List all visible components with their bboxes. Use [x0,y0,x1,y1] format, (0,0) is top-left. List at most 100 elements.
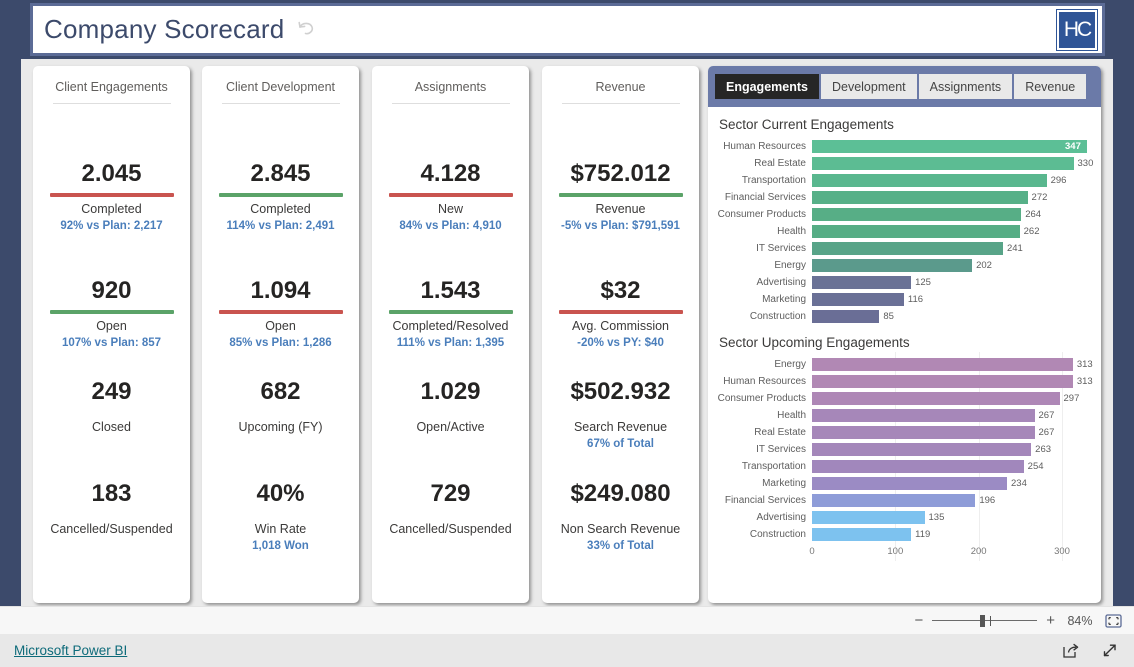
kpi-bar-placeholder [219,411,343,415]
bar-fill[interactable] [812,157,1074,170]
bar-value-label: 196 [979,495,996,506]
power-bi-link[interactable]: Microsoft Power BI [14,643,127,658]
bar-row[interactable]: Transportation 296 [712,172,1087,189]
bar-row[interactable]: Health 262 [712,223,1087,240]
bar-value-label: 125 [915,277,931,288]
bar-row[interactable]: Energy 313 [712,356,1093,373]
bar-fill[interactable] [812,242,1003,255]
bar-row[interactable]: Energy 202 [712,257,1087,274]
kpi-comparison: 92% vs Plan: 2,217 [60,220,163,233]
tab-development[interactable]: Development [820,74,917,99]
kpi-comparison: 33% of Total [587,540,654,553]
report-title-bar: Company Scorecard HC [30,3,1105,56]
kpi-value: 2.845 [250,160,311,187]
bar-row[interactable]: Construction 85 [712,308,1087,325]
zoom-slider[interactable] [932,614,1038,628]
kpi-block: 1.094 Open 85% vs Plan: 1,286 [202,277,359,349]
bar-row[interactable]: Human Resources 347 [712,138,1087,155]
bar-fill[interactable] [812,392,1060,405]
zoom-in-button[interactable]: + [1046,613,1055,628]
bar-row[interactable]: Transportation 254 [712,458,1087,475]
bar-fill[interactable] [812,310,880,323]
bar-row[interactable]: Financial Services 196 [712,492,1087,509]
bar-fill[interactable] [812,443,1032,456]
bar-value-label: 264 [1025,209,1042,220]
bar-fill[interactable] [812,511,925,524]
kpi-comparison: 84% vs Plan: 4,910 [399,220,502,233]
kpi-comparison: 114% vs Plan: 2,491 [226,220,335,233]
bar-track: 254 [812,460,1087,473]
bar-fill[interactable] [812,225,1020,238]
bar-fill[interactable] [812,259,973,272]
bar-fill[interactable] [812,494,976,507]
bar-track: 313 [812,358,1093,371]
bar-fill[interactable] [812,293,904,306]
bar-row[interactable]: Real Estate 267 [712,424,1087,441]
kpi-value: $32 [600,277,641,304]
bar-fill[interactable] [812,140,1087,153]
bar-fill[interactable] [812,208,1022,221]
bar-category-label: Real Estate [754,158,806,169]
axis-tick-label: 0 [809,546,815,557]
bar-row[interactable]: Marketing 116 [712,291,1087,308]
kpi-block: 920 Open 107% vs Plan: 857 [33,277,190,349]
bar-track: 196 [812,494,1087,507]
bar-row[interactable]: Health 267 [712,407,1087,424]
bar-value-label: 119 [915,529,931,540]
zoom-slider-handle[interactable] [980,614,986,627]
bar-fill[interactable] [812,375,1073,388]
bar-category-label: Financial Services [724,495,806,506]
bar-category-label: Human Resources [723,141,806,152]
bar-track: 125 [812,276,1087,289]
kpi-label: Avg. Commission [571,319,670,334]
bar-row[interactable]: Marketing 234 [712,475,1087,492]
bar-fill[interactable] [812,460,1024,473]
bar-row[interactable]: Real Estate 330 [712,155,1093,172]
bar-row[interactable]: IT Services 263 [712,441,1087,458]
chart-title: Sector Upcoming Engagements [719,335,910,350]
undo-arrow-icon[interactable] [294,17,320,43]
fit-to-page-icon[interactable] [1105,613,1122,628]
bar-fill[interactable] [812,191,1028,204]
kpi-comparison: 1,018 Won [252,540,309,553]
tab-revenue[interactable]: Revenue [1014,74,1087,99]
bar-fill[interactable] [812,276,912,289]
bar-value-label: 135 [928,512,945,523]
bar-row[interactable]: Advertising 125 [712,274,1087,291]
bar-row[interactable]: Construction 119 [712,526,1087,543]
bar-value-label: 297 [1063,393,1080,404]
bar-fill[interactable] [812,409,1035,422]
bar-category-label: Health [777,226,806,237]
tab-engagements[interactable]: Engagements [715,74,819,99]
bar-fill[interactable] [812,477,1007,490]
zoom-status-bar: − + 84% [0,606,1134,634]
kpi-value: $502.932 [570,378,671,405]
fullscreen-arrows-icon[interactable] [1101,642,1120,659]
bar-row[interactable]: Advertising 135 [712,509,1087,526]
kpi-status-bar [49,310,174,315]
kpi-label: Cancelled/Suspended [50,522,173,537]
card-divider [391,103,510,104]
kpi-status-bar [49,193,174,198]
bar-row[interactable]: Financial Services 272 [712,189,1087,206]
bar-row[interactable]: IT Services 241 [712,240,1087,257]
bar-fill[interactable] [812,426,1035,439]
bar-track: 234 [812,477,1087,490]
bar-row[interactable]: Human Resources 313 [712,373,1093,390]
kpi-value: 183 [91,480,132,507]
bar-row[interactable]: Consumer Products 297 [712,390,1087,407]
footer-icon-group [1062,642,1120,659]
kpi-status-bar [388,310,513,315]
bar-track: 241 [812,242,1087,255]
share-export-icon[interactable] [1062,642,1081,659]
bar-category-label: Marketing [762,478,806,489]
bar-track: 119 [812,528,1087,541]
bar-row[interactable]: Consumer Products 264 [712,206,1087,223]
bar-fill[interactable] [812,358,1073,371]
bar-category-label: Energy [774,260,806,271]
zoom-out-button[interactable]: − [914,613,923,628]
tab-assignments[interactable]: Assignments [918,74,1013,99]
bar-fill[interactable] [812,528,912,541]
bar-track: 313 [812,375,1093,388]
bar-fill[interactable] [812,174,1047,187]
